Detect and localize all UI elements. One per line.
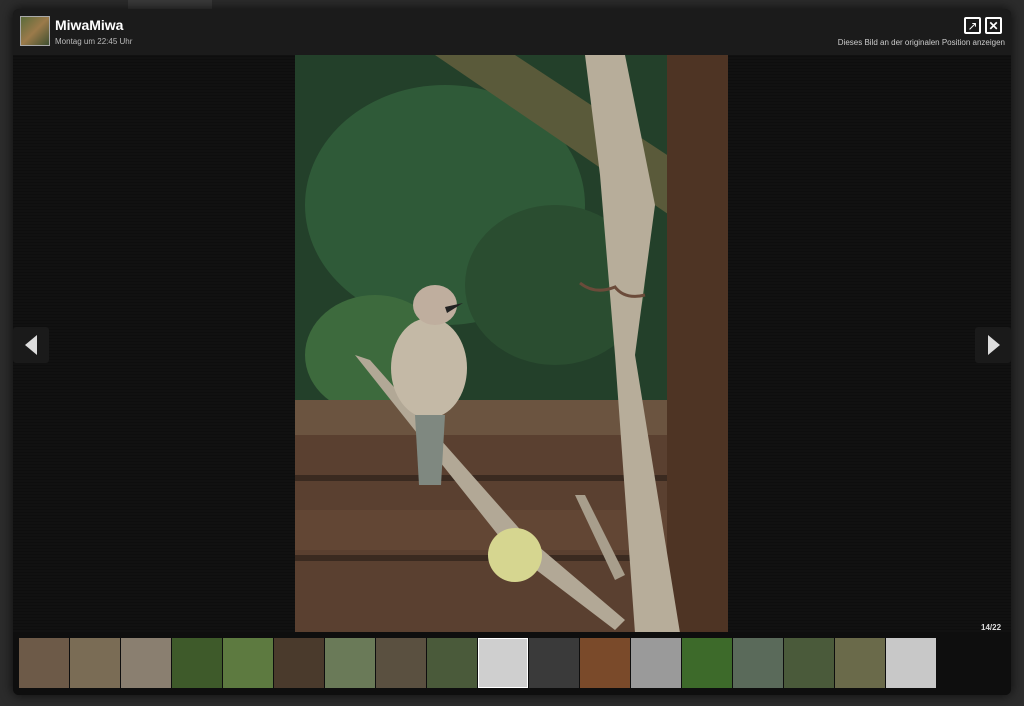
thumbnail[interactable] [835,638,885,688]
thumbnail[interactable] [529,638,579,688]
image-counter: 14/22 [981,623,1002,632]
thumbnail[interactable] [376,638,426,688]
thumbnail[interactable] [733,638,783,688]
thumbnail[interactable] [478,638,528,688]
thumbnail[interactable] [223,638,273,688]
arrow-left-icon [25,335,37,355]
thumbnail[interactable] [427,638,477,688]
previous-button[interactable] [13,327,49,363]
user-name[interactable]: MiwaMiwa [55,17,123,33]
thumbnail[interactable] [631,638,681,688]
thumbnail[interactable] [784,638,834,688]
next-button[interactable] [975,327,1011,363]
thumbnail[interactable] [70,638,120,688]
thumbnail[interactable] [580,638,630,688]
thumbnail[interactable] [886,638,936,688]
main-photo [295,55,728,633]
arrow-right-icon [988,335,1000,355]
thumbnail-list [19,638,936,688]
thumbnail[interactable] [19,638,69,688]
lightbox-viewer: MiwaMiwa Montag um 22:45 Uhr ↗ ✕ Dieses … [13,9,1011,695]
thumbnail[interactable] [121,638,171,688]
show-original-link[interactable]: Dieses Bild an der originalen Position a… [838,38,1005,47]
close-icon[interactable]: ✕ [985,17,1002,34]
avatar[interactable] [20,16,50,46]
thumbnail[interactable] [682,638,732,688]
viewer-header: MiwaMiwa Montag um 22:45 Uhr ↗ ✕ Dieses … [13,9,1011,55]
post-time: Montag um 22:45 Uhr [55,37,133,46]
external-link-icon[interactable]: ↗ [964,17,981,34]
thumbnail[interactable] [274,638,324,688]
thumbnail[interactable] [325,638,375,688]
thumbnail[interactable] [172,638,222,688]
thumbnail-strip [13,632,1011,695]
